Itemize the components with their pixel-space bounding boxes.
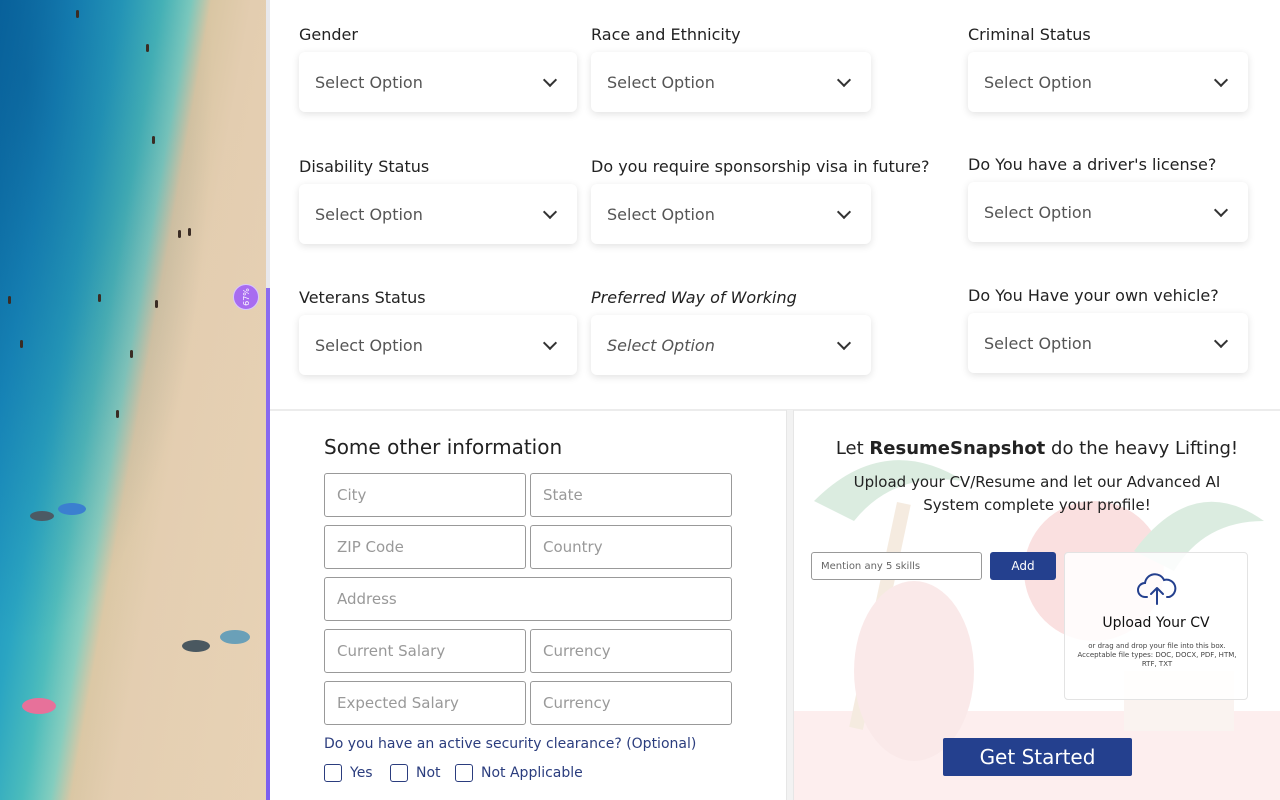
- upload-subline: Upload your CV/Resume and let our Advanc…: [853, 473, 1221, 514]
- chevron-down-icon: [1213, 202, 1229, 217]
- cloud-upload-icon: [1137, 573, 1177, 605]
- beach-background-image: [0, 0, 266, 800]
- brand-name: ResumeSnapshot: [869, 438, 1046, 459]
- security-clearance-question: Do you have an active security clearance…: [324, 736, 697, 752]
- preferred-working-label: Preferred Way of Working: [591, 288, 797, 307]
- preferred-working-select-value: Select Option: [607, 335, 715, 355]
- chevron-down-icon: [836, 72, 852, 87]
- clearance-option-yes[interactable]: Yes: [324, 764, 373, 782]
- other-info-title: Some other information: [324, 435, 563, 459]
- criminal-status-label: Criminal Status: [968, 25, 1091, 44]
- chevron-down-icon: [1213, 72, 1229, 87]
- preferred-working-select[interactable]: Select Option: [591, 315, 871, 375]
- disability-status-label: Disability Status: [299, 157, 430, 176]
- clearance-option-not-applicable[interactable]: Not Applicable: [455, 764, 583, 782]
- state-input[interactable]: State: [530, 473, 732, 517]
- chevron-down-icon: [1213, 333, 1229, 348]
- race-ethnicity-select-value: Select Option: [607, 72, 715, 92]
- drivers-license-label: Do You have a driver's license?: [968, 155, 1217, 174]
- veterans-status-select-value: Select Option: [315, 335, 423, 355]
- clearance-option-label: Not Applicable: [481, 765, 583, 781]
- own-vehicle-label: Do You Have your own vehicle?: [968, 286, 1219, 305]
- expected-currency-input[interactable]: Currency: [530, 681, 732, 725]
- clearance-option-label: Yes: [350, 765, 373, 781]
- own-vehicle-select-value: Select Option: [984, 333, 1092, 353]
- veterans-status-label: Veterans Status: [299, 288, 426, 307]
- beach-umbrella: [58, 503, 86, 515]
- upload-headline: Let ResumeSnapshot do the heavy Lifting!: [794, 438, 1280, 459]
- current-currency-input[interactable]: Currency: [530, 629, 732, 673]
- chevron-down-icon: [836, 204, 852, 219]
- clearance-option-not[interactable]: Not: [390, 764, 441, 782]
- sponsorship-visa-label: Do you require sponsorship visa in futur…: [591, 157, 930, 176]
- checkbox[interactable]: [324, 764, 342, 782]
- disability-status-select-value: Select Option: [315, 204, 423, 224]
- criminal-status-select-value: Select Option: [984, 72, 1092, 92]
- sponsorship-visa-select-value: Select Option: [607, 204, 715, 224]
- race-ethnicity-select[interactable]: Select Option: [591, 52, 871, 112]
- drivers-license-select-value: Select Option: [984, 202, 1092, 222]
- get-started-button[interactable]: Get Started: [943, 738, 1132, 776]
- headline-suffix: do the heavy Lifting!: [1045, 438, 1239, 459]
- dropzone-title: Upload Your CV: [1102, 615, 1210, 631]
- gender-select[interactable]: Select Option: [299, 52, 577, 112]
- current-salary-input[interactable]: Current Salary: [324, 629, 526, 673]
- progress-bar: [266, 0, 270, 800]
- sponsorship-visa-select[interactable]: Select Option: [591, 184, 871, 244]
- resume-upload-panel: Let ResumeSnapshot do the heavy Lifting!…: [794, 411, 1280, 800]
- clearance-option-label: Not: [416, 765, 441, 781]
- own-vehicle-select[interactable]: Select Option: [968, 313, 1248, 373]
- dropzone-hint: or drag and drop your file into this box…: [1077, 642, 1237, 668]
- column-divider: [786, 410, 794, 800]
- expected-salary-input[interactable]: Expected Salary: [324, 681, 526, 725]
- veterans-status-select[interactable]: Select Option: [299, 315, 577, 375]
- criminal-status-select[interactable]: Select Option: [968, 52, 1248, 112]
- checkbox[interactable]: [390, 764, 408, 782]
- chevron-down-icon: [542, 335, 558, 350]
- beach-towel: [182, 640, 210, 652]
- drivers-license-select[interactable]: Select Option: [968, 182, 1248, 242]
- checkbox[interactable]: [455, 764, 473, 782]
- gender-select-value: Select Option: [315, 72, 423, 92]
- gender-label: Gender: [299, 25, 358, 44]
- country-input[interactable]: Country: [530, 525, 732, 569]
- cv-dropzone[interactable]: Upload Your CV or drag and drop your fil…: [1064, 552, 1248, 700]
- city-input[interactable]: City: [324, 473, 526, 517]
- address-input[interactable]: Address: [324, 577, 732, 621]
- chevron-down-icon: [836, 335, 852, 350]
- beach-umbrella: [220, 630, 250, 644]
- disability-status-select[interactable]: Select Option: [299, 184, 577, 244]
- race-ethnicity-label: Race and Ethnicity: [591, 25, 741, 44]
- skills-input[interactable]: Mention any 5 skills: [811, 552, 982, 580]
- headline-prefix: Let: [835, 438, 870, 459]
- add-skill-button[interactable]: Add: [990, 552, 1056, 580]
- progress-badge: 67%: [233, 284, 259, 310]
- zip-code-input[interactable]: ZIP Code: [324, 525, 526, 569]
- beach-towel: [30, 511, 54, 521]
- chevron-down-icon: [542, 204, 558, 219]
- chevron-down-icon: [542, 72, 558, 87]
- beach-umbrella: [22, 698, 56, 714]
